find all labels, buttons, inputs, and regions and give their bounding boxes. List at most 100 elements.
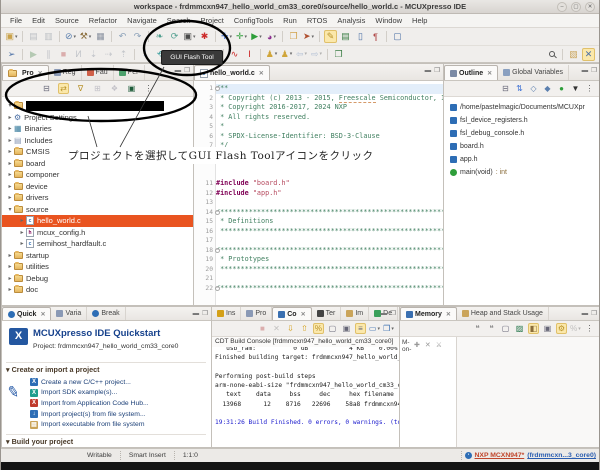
link-views-icon[interactable]: ◧ (528, 323, 539, 334)
quickstart-link-import-from-application-code-h[interactable]: XImport from Application Code Hub... (30, 398, 149, 409)
debug-green-icon[interactable]: ✛▾ (235, 30, 248, 43)
toggle-split-icon[interactable]: ❝ (472, 323, 483, 334)
memory-tab-memory[interactable]: Memory✕ (400, 307, 457, 320)
menu-item-refactor[interactable]: Refactor (84, 16, 122, 25)
step-into-icon[interactable]: ⇣ (87, 48, 100, 61)
clean-icon[interactable]: ❧ (153, 30, 166, 43)
expand-arrow-icon[interactable]: ▸ (18, 217, 26, 224)
sort-icon[interactable]: ⇅ (514, 83, 525, 94)
pencil-edit-icon[interactable]: ✎ (324, 30, 337, 43)
dropdown-arrow-icon[interactable]: ▾ (273, 34, 276, 40)
filter-dark-icon[interactable]: ▼ (570, 83, 581, 94)
fold-marker-icon[interactable]: − (215, 248, 220, 253)
quickstart-tab-break[interactable]: Break (87, 307, 125, 320)
terminate-console-icon[interactable]: ■ (257, 323, 268, 334)
console-tab-pro[interactable]: Pro (241, 307, 272, 320)
quickstart-link-create-a-new-c-c-project-[interactable]: XCreate a new C/C++ project... (30, 377, 149, 388)
status-device-link[interactable]: NXP MCXN947* (475, 452, 525, 459)
tree-row-binaries[interactable]: ▸▦Binaries (2, 123, 193, 135)
menu-item-analysis[interactable]: Analysis (332, 16, 370, 25)
dropdown-arrow-icon[interactable]: ▾ (320, 51, 323, 57)
quickstart-tab-varia[interactable]: Varia (51, 307, 87, 320)
build-config-icon[interactable]: ▣ (126, 83, 137, 94)
maximize-view-icon[interactable]: ❒ (390, 310, 396, 318)
develop-perspective-icon[interactable]: ✕ (582, 48, 595, 61)
search-icon[interactable] (545, 48, 558, 61)
menu-item-rtos[interactable]: RTOS (302, 16, 333, 25)
dropdown-arrow-icon[interactable]: ▾ (259, 34, 262, 40)
tree-row-project[interactable]: ▾ (2, 100, 193, 112)
expand-arrow-icon[interactable]: ▸ (6, 148, 14, 155)
explorer-tab-reg[interactable]: Reg (49, 65, 82, 80)
tree-row-semihost-hardfault-c[interactable]: ▸csemihost_hardfault.c (2, 238, 193, 250)
view-menu-icon[interactable]: ⋮ (584, 83, 595, 94)
outline-item[interactable]: fsl_debug_console.h (444, 127, 600, 140)
console-tab-ins[interactable]: Ins (212, 307, 241, 320)
dropdown-arrow-icon[interactable]: ▾ (377, 326, 380, 332)
save-all-icon[interactable]: ▥ (42, 30, 55, 43)
maximize-button[interactable]: ▢ (571, 2, 581, 12)
expand-arrow-icon[interactable]: ▸ (6, 252, 14, 259)
outline-tab-outline[interactable]: Outline✕ (444, 65, 498, 80)
dropdown-arrow-icon[interactable]: ▾ (305, 51, 308, 57)
maximize-view-icon[interactable]: ❒ (202, 310, 208, 318)
pin-console-icon[interactable]: ≡ (355, 323, 366, 334)
explorer-tab-per[interactable]: Per (114, 65, 145, 80)
new-wizard-icon[interactable]: ▣▾ (5, 30, 18, 43)
outline-list[interactable]: /home/pastelmagic/Documents/MCUXprfsl_de… (444, 97, 600, 305)
outline-item[interactable]: fsl_device_registers.h (444, 114, 600, 127)
explorer-tab-fau[interactable]: Fau (82, 65, 114, 80)
quickstart-link-import-sdk-example-s-[interactable]: XImport SDK example(s)... (30, 388, 149, 399)
minimize-view-icon[interactable]: ▬ (193, 310, 200, 318)
expand-arrow-icon[interactable]: ▸ (6, 171, 14, 178)
run-config-user-icon[interactable]: ♟▾ (265, 48, 278, 61)
step-over-icon[interactable]: ⇢ (102, 48, 115, 61)
dropdown-arrow-icon[interactable]: ▾ (578, 326, 581, 332)
expand-arrow-icon[interactable]: ▸ (18, 240, 26, 247)
run-icon[interactable]: ▶▾ (250, 30, 263, 43)
resume-icon[interactable]: ▶ (27, 48, 40, 61)
maximize-view-icon[interactable]: ❒ (591, 310, 597, 318)
tree-row-project-settings[interactable]: ▸⚙Project Settings (2, 112, 193, 124)
fold-marker-icon[interactable]: − (215, 286, 220, 291)
close-icon[interactable]: ✕ (38, 70, 43, 77)
close-icon[interactable]: ✕ (40, 311, 45, 318)
fold-marker-icon[interactable]: − (215, 86, 220, 91)
dropdown-arrow-icon[interactable]: ▾ (74, 34, 77, 40)
open-folder-icon[interactable]: ❒ (287, 30, 300, 43)
scroll-lock-icon[interactable]: % (313, 323, 324, 334)
menu-item-search[interactable]: Search (162, 16, 196, 25)
preferences-icon[interactable]: ⚙ (556, 323, 567, 334)
word-wrap-icon[interactable]: ▢ (327, 323, 338, 334)
forward-nav-icon[interactable]: ⇨▾ (310, 48, 323, 61)
title-bar[interactable]: workspace - frdmmcxn947_hello_world_cm33… (1, 0, 599, 14)
outline-item[interactable]: app.h (444, 153, 600, 166)
console-tab-ter[interactable]: Ter (312, 307, 342, 320)
filter-icon[interactable]: ∇ (75, 83, 86, 94)
minimize-view-icon[interactable]: ▬ (582, 67, 589, 75)
clear-console-icon[interactable]: ▣ (341, 323, 352, 334)
console-tab-co[interactable]: Co✕ (272, 307, 311, 320)
memory-view-icon[interactable]: ▯ (354, 30, 367, 43)
console-display-icon[interactable]: ▢ (391, 30, 404, 43)
outline-tab-global-variables[interactable]: Global Variables (498, 65, 569, 80)
menu-item-help[interactable]: Help (407, 16, 432, 25)
expand-arrow-icon[interactable]: ▾ (6, 102, 14, 109)
suspend-icon[interactable]: ∥ (42, 48, 55, 61)
dropdown-arrow-icon[interactable]: ▾ (391, 326, 394, 332)
terminate-icon[interactable]: ■ (57, 48, 70, 61)
tree-row-hello-world-c[interactable]: ▸chello_world.c (2, 215, 193, 227)
quickstart-link-import-project-s-from-file-sys[interactable]: ↓Import project(s) from file system... (30, 409, 149, 420)
close-icon[interactable]: ✕ (259, 70, 264, 77)
console-tab-im[interactable]: Im (341, 307, 369, 320)
debug-config-user-icon[interactable]: ♟▾ (280, 48, 293, 61)
expand-icon[interactable]: ❖ (109, 83, 120, 94)
probe-discovery-icon[interactable]: ✱ (198, 30, 211, 43)
save-icon[interactable]: ▤ (27, 30, 40, 43)
maximize-view-icon[interactable]: ❒ (591, 67, 597, 75)
console-output[interactable]: usb_ram: 0 GB 4 KB 0.00%Finished buildin… (212, 347, 399, 447)
export-icon[interactable]: ▨ (514, 323, 525, 334)
layout-icon[interactable]: %▾ (570, 323, 581, 334)
hide-fields-icon[interactable]: ◇ (528, 83, 539, 94)
dropdown-arrow-icon[interactable]: ▾ (193, 34, 196, 40)
